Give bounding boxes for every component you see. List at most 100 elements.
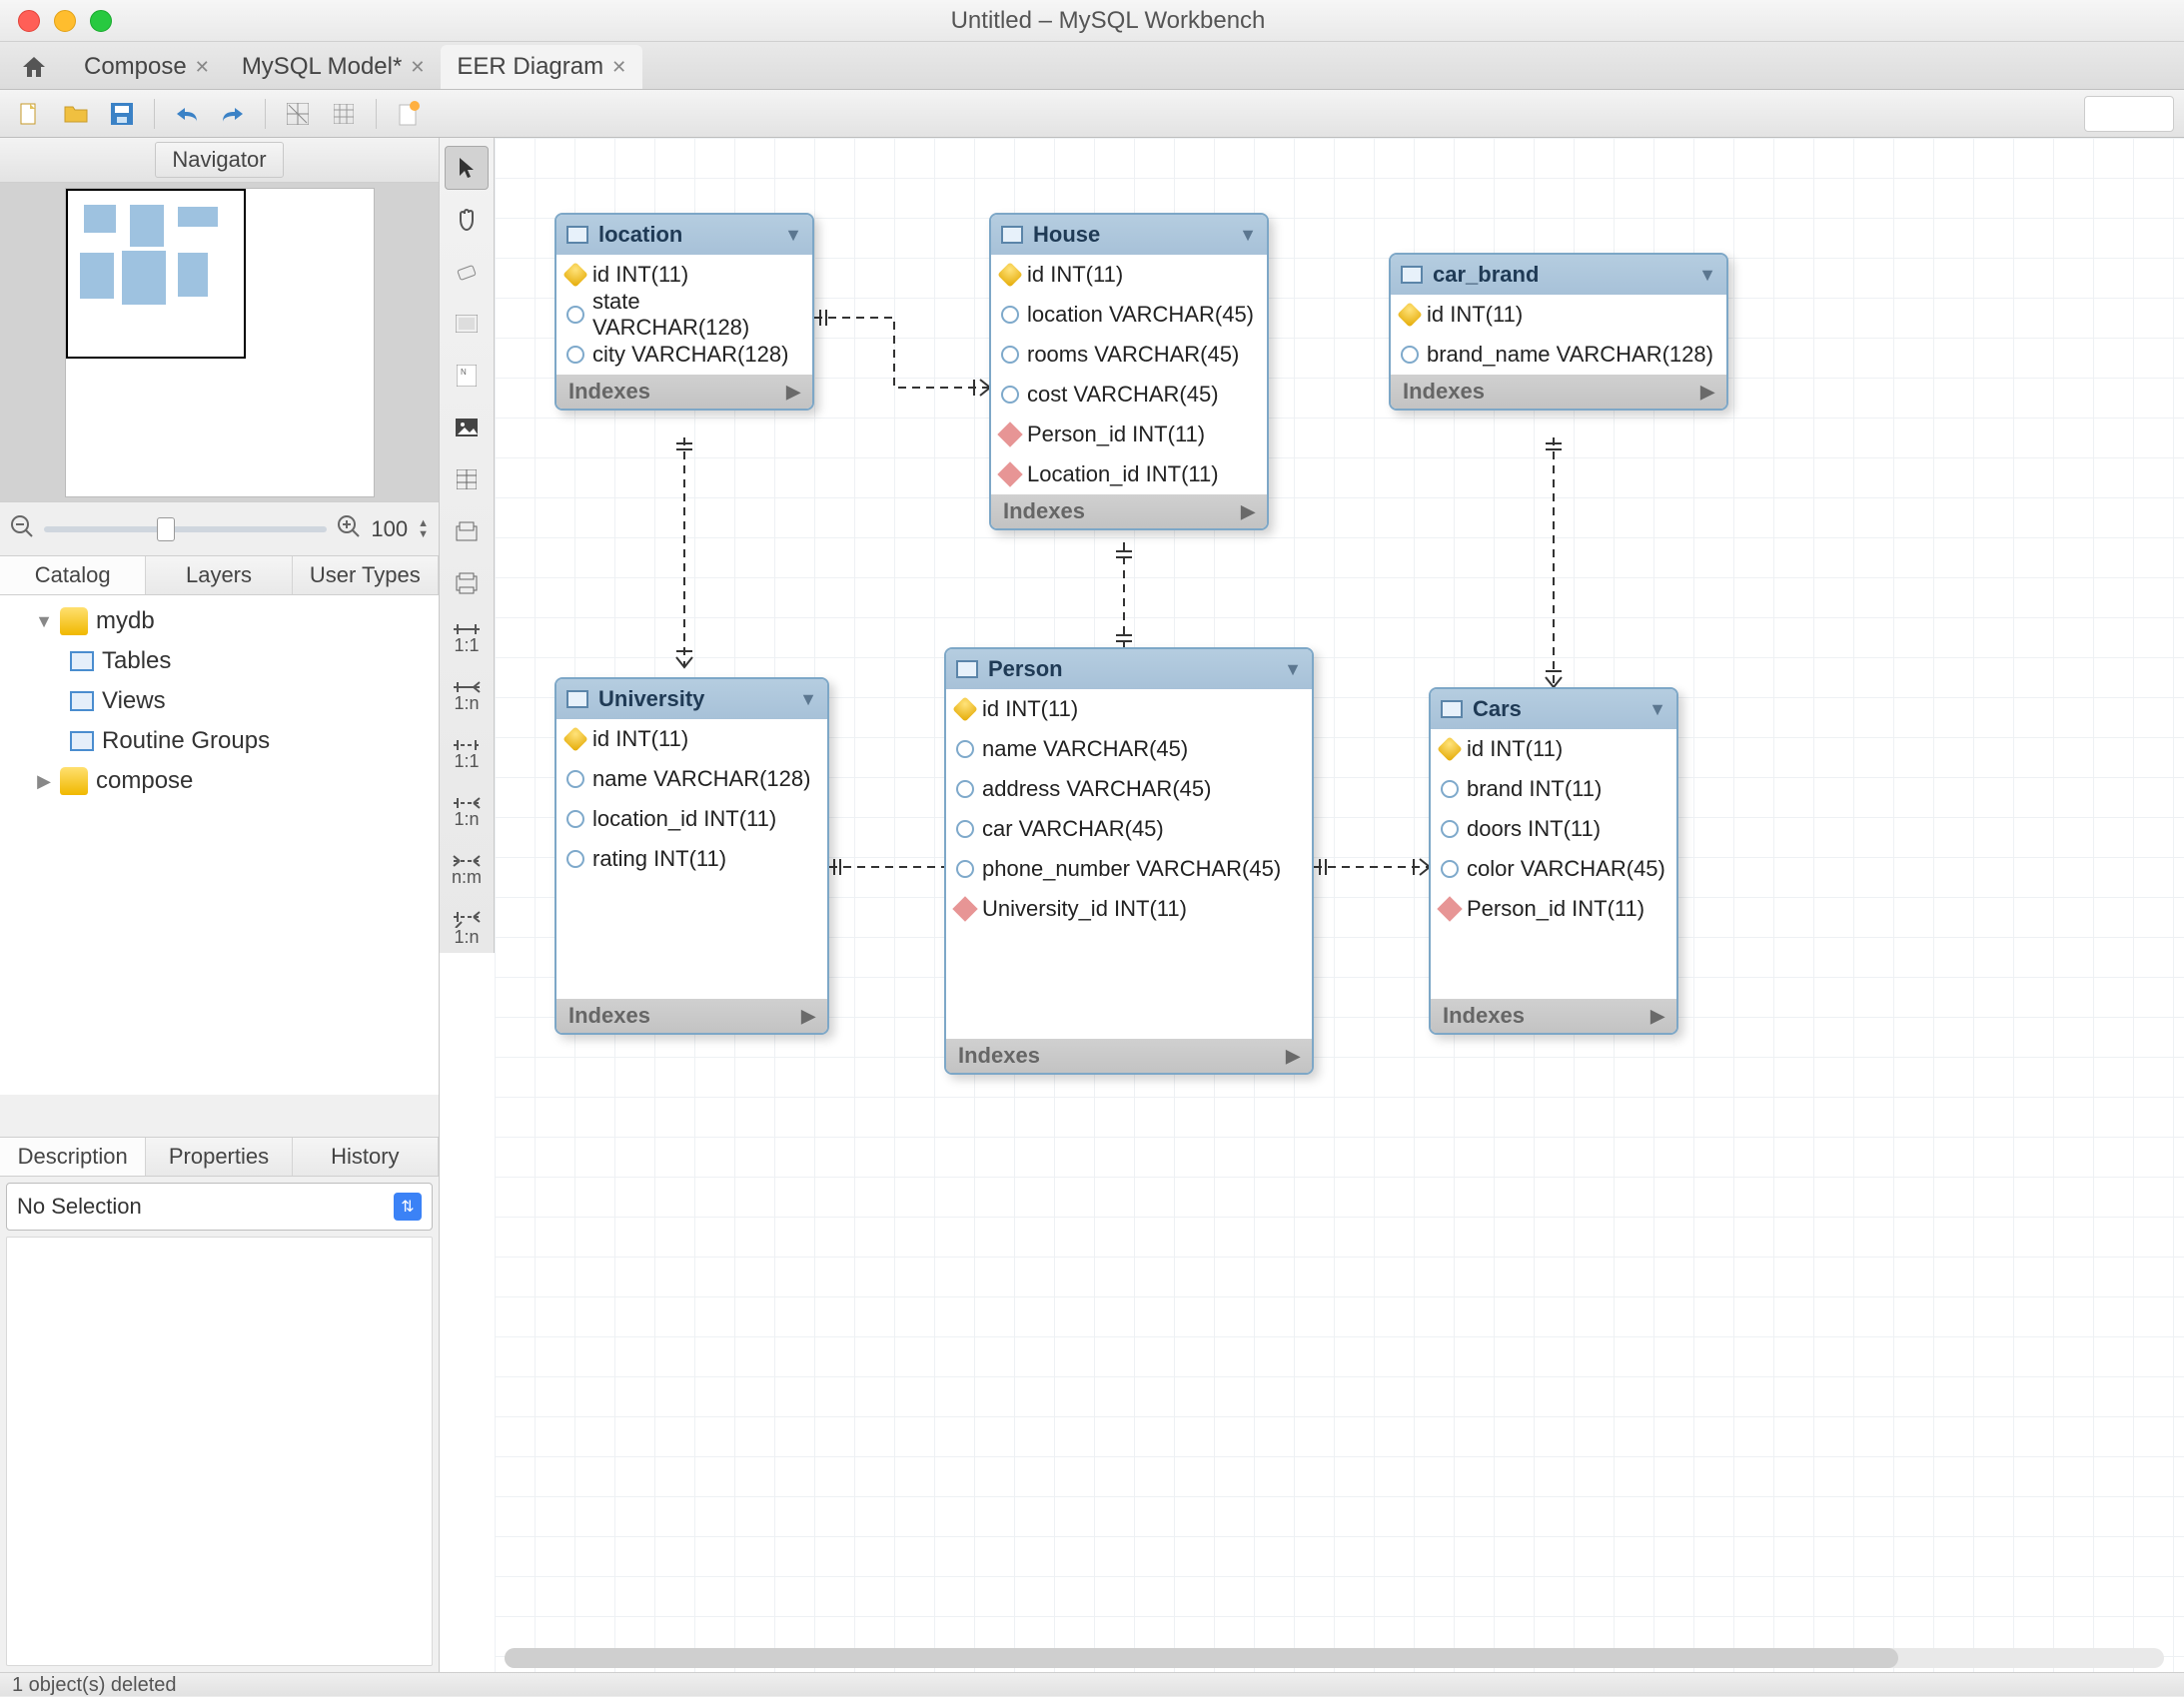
routine-tool[interactable] bbox=[445, 561, 489, 605]
close-icon[interactable]: ✕ bbox=[410, 57, 425, 78]
pointer-tool[interactable] bbox=[445, 146, 489, 190]
disclosure-icon[interactable]: ▼ bbox=[36, 611, 52, 632]
column-row[interactable]: location_id INT(11) bbox=[556, 799, 827, 839]
rel-1-n-tool[interactable]: 1:n bbox=[445, 787, 489, 837]
entity-header[interactable]: Person▼ bbox=[946, 649, 1312, 689]
column-row[interactable]: phone_number VARCHAR(45) bbox=[946, 849, 1312, 889]
column-row[interactable]: car VARCHAR(45) bbox=[946, 809, 1312, 849]
undo-button[interactable] bbox=[167, 96, 207, 132]
entity-header[interactable]: House▼ bbox=[991, 215, 1267, 255]
column-row[interactable]: location VARCHAR(45) bbox=[991, 295, 1267, 335]
entity-header[interactable]: car_brand▼ bbox=[1391, 255, 1726, 295]
redo-button[interactable] bbox=[213, 96, 253, 132]
entity-location[interactable]: location▼ id INT(11) state VARCHAR(128) … bbox=[554, 213, 814, 411]
entity-house[interactable]: House▼ id INT(11) location VARCHAR(45) r… bbox=[989, 213, 1269, 530]
tree-tables[interactable]: Tables bbox=[0, 641, 439, 681]
new-document-button[interactable] bbox=[389, 96, 429, 132]
note-tool[interactable]: N bbox=[445, 354, 489, 398]
column-row[interactable]: name VARCHAR(128) bbox=[556, 759, 827, 799]
rel-1-1-tool[interactable]: 1:1 bbox=[445, 729, 489, 779]
tree-routine-groups[interactable]: Routine Groups bbox=[0, 721, 439, 761]
eraser-tool[interactable] bbox=[445, 250, 489, 294]
entity-car-brand[interactable]: car_brand▼ id INT(11) brand_name VARCHAR… bbox=[1389, 253, 1728, 411]
disclosure-icon[interactable]: ▶ bbox=[36, 771, 52, 792]
toolbar-search-box[interactable] bbox=[2084, 96, 2174, 132]
entity-cars[interactable]: Cars▼ id INT(11) brand INT(11) doors INT… bbox=[1429, 687, 1678, 1035]
tab-eer-diagram[interactable]: EER Diagram ✕ bbox=[441, 45, 642, 89]
entity-indexes[interactable]: Indexes▶ bbox=[946, 1039, 1312, 1073]
horizontal-scrollbar[interactable] bbox=[505, 1648, 2164, 1668]
scrollbar-thumb[interactable] bbox=[505, 1648, 1898, 1668]
expand-icon[interactable]: ▶ bbox=[786, 382, 800, 403]
entity-header[interactable]: University▼ bbox=[556, 679, 827, 719]
layer-tool[interactable] bbox=[445, 302, 489, 346]
entity-indexes[interactable]: Indexes▶ bbox=[556, 375, 812, 409]
table-tool[interactable] bbox=[445, 457, 489, 501]
collapse-icon[interactable]: ▼ bbox=[1284, 659, 1302, 680]
tab-mysql-model[interactable]: MySQL Model* ✕ bbox=[226, 45, 442, 89]
column-row[interactable]: brand_name VARCHAR(128) bbox=[1391, 335, 1726, 375]
close-icon[interactable]: ✕ bbox=[611, 57, 626, 78]
entity-header[interactable]: location▼ bbox=[556, 215, 812, 255]
entity-indexes[interactable]: Indexes▶ bbox=[991, 494, 1267, 528]
column-row[interactable]: rating INT(11) bbox=[556, 839, 827, 879]
close-icon[interactable]: ✕ bbox=[195, 57, 210, 78]
expand-icon[interactable]: ▶ bbox=[1700, 382, 1714, 403]
navigator-minimap[interactable] bbox=[0, 183, 439, 502]
selection-dropdown[interactable]: No Selection ⇅ bbox=[6, 1183, 433, 1231]
collapse-icon[interactable]: ▼ bbox=[799, 689, 817, 710]
collapse-icon[interactable]: ▼ bbox=[1698, 265, 1716, 286]
entity-indexes[interactable]: Indexes▶ bbox=[1431, 999, 1676, 1033]
align-grid-button[interactable] bbox=[324, 96, 364, 132]
tab-catalog[interactable]: Catalog bbox=[0, 556, 146, 594]
tree-db-compose[interactable]: ▶ compose bbox=[0, 761, 439, 801]
expand-icon[interactable]: ▶ bbox=[1286, 1046, 1300, 1067]
rel-1-n-identifying-tool[interactable]: 1:n bbox=[445, 671, 489, 721]
column-row[interactable]: id INT(11) bbox=[991, 255, 1267, 295]
view-tool[interactable] bbox=[445, 509, 489, 553]
zoom-out-icon[interactable] bbox=[10, 514, 34, 544]
tab-layers[interactable]: Layers bbox=[146, 556, 292, 594]
expand-icon[interactable]: ▶ bbox=[1241, 501, 1255, 522]
navigator-tab[interactable]: Navigator bbox=[155, 142, 283, 178]
expand-icon[interactable]: ▶ bbox=[1650, 1006, 1664, 1027]
entity-indexes[interactable]: Indexes▶ bbox=[556, 999, 827, 1033]
home-icon[interactable] bbox=[10, 47, 58, 87]
minimap[interactable] bbox=[65, 188, 375, 497]
column-row[interactable]: cost VARCHAR(45) bbox=[991, 375, 1267, 415]
column-row[interactable]: id INT(11) bbox=[556, 719, 827, 759]
tab-history[interactable]: History bbox=[293, 1138, 439, 1176]
collapse-icon[interactable]: ▼ bbox=[1239, 225, 1257, 246]
zoom-in-icon[interactable] bbox=[337, 514, 361, 544]
close-window-button[interactable] bbox=[18, 10, 40, 32]
column-row[interactable]: brand INT(11) bbox=[1431, 769, 1676, 809]
dropdown-icon[interactable]: ⇅ bbox=[394, 1193, 422, 1221]
tab-user-types[interactable]: User Types bbox=[293, 556, 439, 594]
tree-views[interactable]: Views bbox=[0, 681, 439, 721]
column-row[interactable]: state VARCHAR(128) bbox=[556, 295, 812, 335]
description-area[interactable] bbox=[6, 1237, 433, 1666]
rel-1-n-fk-tool[interactable]: 1:n bbox=[445, 903, 489, 953]
column-row[interactable]: color VARCHAR(45) bbox=[1431, 849, 1676, 889]
diagram-canvas[interactable]: .dln{stroke:#333;stroke-width:2;stroke-d… bbox=[495, 138, 2184, 1672]
collapse-icon[interactable]: ▼ bbox=[784, 225, 802, 246]
column-row[interactable]: Person_id INT(11) bbox=[991, 415, 1267, 454]
entity-person[interactable]: Person▼ id INT(11) name VARCHAR(45) addr… bbox=[944, 647, 1314, 1075]
collapse-icon[interactable]: ▼ bbox=[1648, 699, 1666, 720]
column-row[interactable]: rooms VARCHAR(45) bbox=[991, 335, 1267, 375]
column-row[interactable]: name VARCHAR(45) bbox=[946, 729, 1312, 769]
minimize-window-button[interactable] bbox=[54, 10, 76, 32]
column-row[interactable]: Location_id INT(11) bbox=[991, 454, 1267, 494]
column-row[interactable]: University_id INT(11) bbox=[946, 889, 1312, 929]
zoom-stepper-icon[interactable]: ▲▼ bbox=[418, 518, 429, 540]
expand-icon[interactable]: ▶ bbox=[801, 1006, 815, 1027]
minimap-viewport[interactable] bbox=[66, 189, 246, 359]
column-row[interactable]: id INT(11) bbox=[1391, 295, 1726, 335]
column-row[interactable]: address VARCHAR(45) bbox=[946, 769, 1312, 809]
new-file-button[interactable] bbox=[10, 96, 50, 132]
rel-1-1-identifying-tool[interactable]: 1:1 bbox=[445, 613, 489, 663]
column-row[interactable]: id INT(11) bbox=[946, 689, 1312, 729]
toggle-grid-button[interactable] bbox=[278, 96, 318, 132]
column-row[interactable]: id INT(11) bbox=[1431, 729, 1676, 769]
open-file-button[interactable] bbox=[56, 96, 96, 132]
